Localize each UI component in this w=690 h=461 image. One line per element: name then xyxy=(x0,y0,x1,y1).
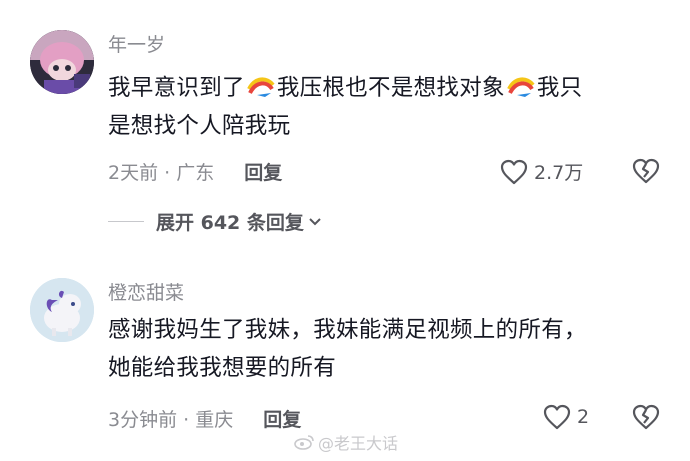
reply-button[interactable]: 回复 xyxy=(263,409,301,431)
chevron-down-icon xyxy=(309,217,321,225)
like-button[interactable]: 2.7万 xyxy=(500,158,583,185)
dislike-button[interactable] xyxy=(632,158,660,188)
watermark-text: @老王大话 xyxy=(318,434,399,453)
broken-heart-icon xyxy=(632,404,660,430)
comment-time-location: 3分钟前 · 重庆 xyxy=(108,409,234,431)
comment-meta: 2天前 · 广东 回复 xyxy=(108,160,282,186)
comment-text-part: 我早意识到了 xyxy=(108,75,245,101)
comment-text-part: 我只 xyxy=(536,75,583,101)
like-count: 2.7万 xyxy=(534,162,584,184)
expand-divider xyxy=(108,221,144,222)
avatar[interactable] xyxy=(30,30,94,94)
comment-time-location: 2天前 · 广东 xyxy=(108,162,215,184)
rainbow-swoosh-emoji-icon xyxy=(247,77,275,97)
comment-text-line: 她能给我我想要的所有 xyxy=(108,355,337,381)
heart-outline-icon xyxy=(543,404,571,430)
dislike-button[interactable] xyxy=(632,404,660,434)
comment-item-1: 年一岁 我早意识到了 我压根也不是想找对象 我只 是想找个人陪我玩 2天前 · … xyxy=(0,0,690,258)
comment-text-part: 我压根也不是想找对象 xyxy=(276,75,505,101)
expand-replies-label: 展开 642 条回复 xyxy=(156,212,304,234)
reply-button[interactable]: 回复 xyxy=(244,162,282,184)
broken-heart-icon xyxy=(632,158,660,184)
watermark: @老王大话 xyxy=(294,430,398,454)
like-button[interactable]: 2 xyxy=(543,404,589,430)
comment-text: 我早意识到了 我压根也不是想找对象 我只 是想找个人陪我玩 xyxy=(108,69,668,145)
comment-username[interactable]: 橙恋甜菜 xyxy=(108,280,184,306)
heart-outline-icon xyxy=(500,159,528,184)
avatar-image xyxy=(30,30,94,94)
comment-username[interactable]: 年一岁 xyxy=(108,32,165,58)
expand-replies-button[interactable]: 展开 642 条回复 xyxy=(108,208,322,235)
avatar[interactable] xyxy=(30,278,94,342)
weibo-logo-icon xyxy=(294,435,314,450)
comment-meta: 3分钟前 · 重庆 回复 xyxy=(108,407,301,433)
like-count: 2 xyxy=(577,406,590,428)
rainbow-swoosh-emoji-icon xyxy=(507,77,535,97)
comment-text-line: 感谢我妈生了我妹，我妹能满足视频上的所有， xyxy=(108,317,587,343)
comment-text-line: 是想找个人陪我玩 xyxy=(108,113,291,139)
avatar-image xyxy=(30,278,94,342)
comment-text: 感谢我妈生了我妹，我妹能满足视频上的所有， 她能给我我想要的所有 xyxy=(108,311,668,387)
